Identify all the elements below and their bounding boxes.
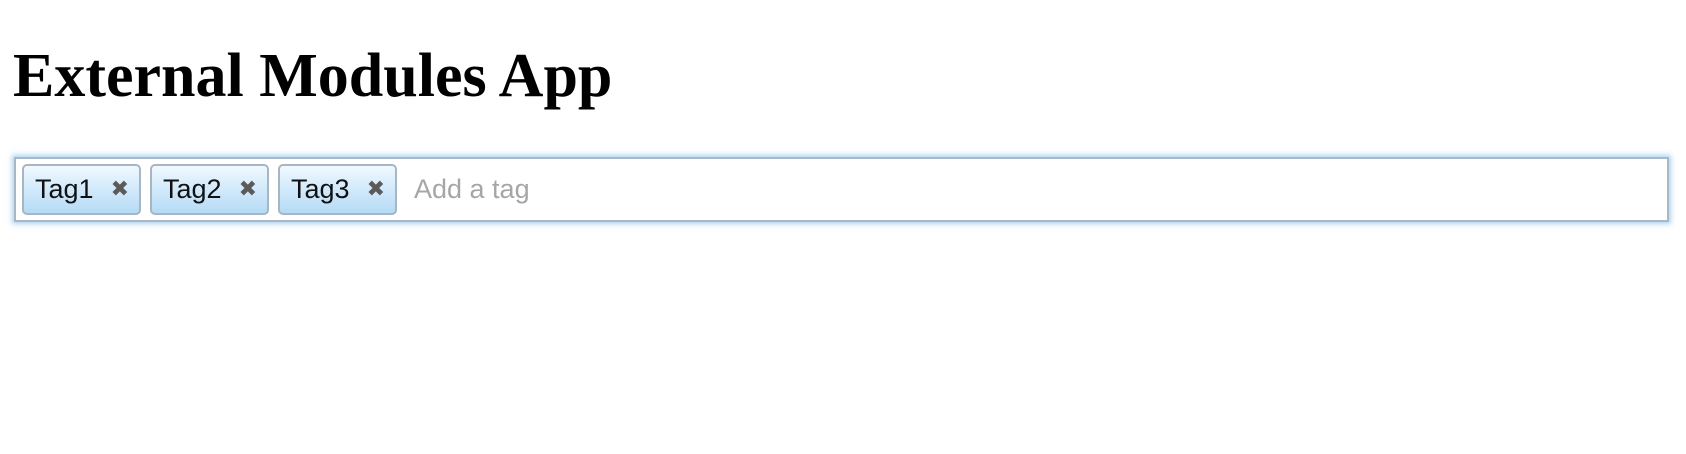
tag-label: Tag2: [163, 174, 222, 204]
tag-chip: Tag2 ✖: [150, 164, 269, 215]
tag-label: Tag3: [291, 174, 350, 204]
close-icon[interactable]: ✖: [111, 178, 129, 201]
tag-label: Tag1: [35, 174, 94, 204]
tags-input[interactable]: Tag1 ✖ Tag2 ✖ Tag3 ✖: [14, 157, 1669, 222]
add-tag-input[interactable]: [414, 167, 1667, 212]
close-icon[interactable]: ✖: [367, 178, 385, 201]
page-title: External Modules App: [13, 42, 613, 110]
tag-chip: Tag1 ✖: [22, 164, 141, 215]
tag-chip: Tag3 ✖: [278, 164, 397, 215]
close-icon[interactable]: ✖: [239, 178, 257, 201]
